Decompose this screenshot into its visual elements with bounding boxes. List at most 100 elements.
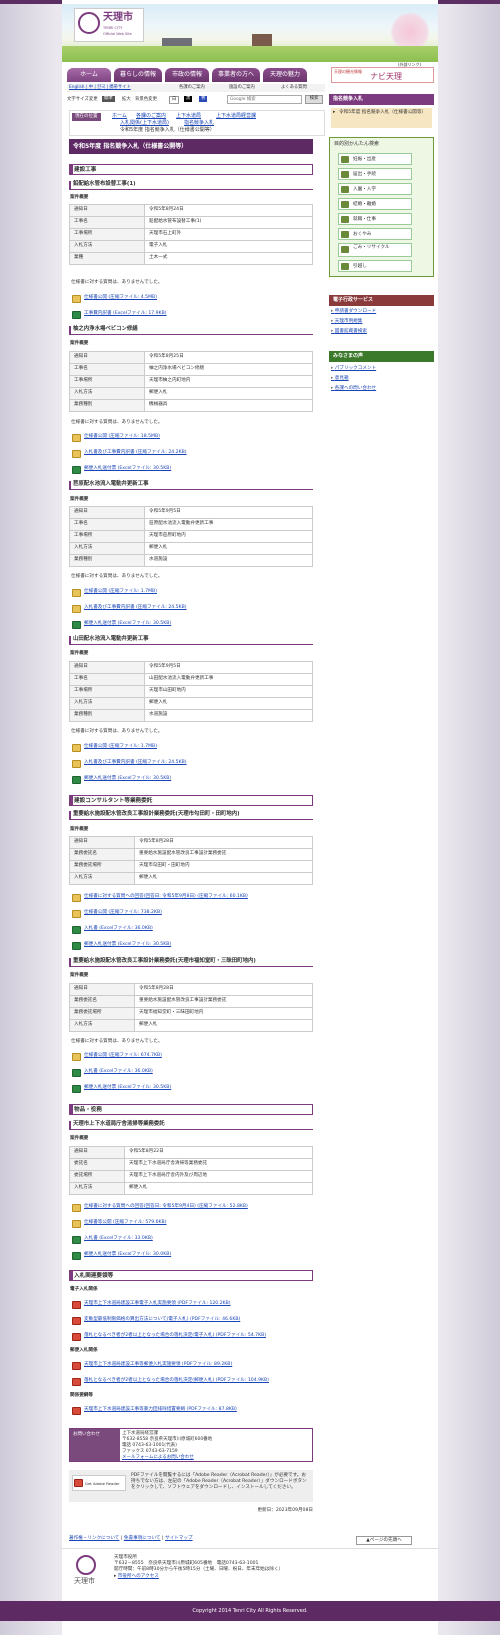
file-link[interactable]: 天理市上下水道局建設工事等郵便入札実施要領 (PDFファイル: 89.2KB) [72,1361,232,1370]
sidebar-link[interactable]: 各課への問い合わせ [331,386,376,396]
sitemap-link[interactable]: サイトマップ [165,1536,193,1541]
crumb-bidding[interactable]: 入札関係(上下水道局) [120,120,169,127]
quick-search-button[interactable]: 届出・手続 [338,168,412,180]
file-link[interactable]: 仕様書に対する質問への回答(回答日: 令和5年9月4日) (圧縮ファイル: 52… [72,1203,248,1212]
quick-search-button[interactable]: 結婚・離婚 [338,198,412,210]
zip-file-icon [72,1203,81,1212]
file-link[interactable]: 仕様書公開 (圧縮ファイル: 1.7MB) [72,588,157,597]
nav-business[interactable]: 事業者の方へ [212,68,261,82]
project-table: 通知日 令和5年8月22日 委託名 天理市上下水道局庁舎清掃等業務委託 委託場所 天理… [69,1146,313,1195]
file-link[interactable]: 郵便入札送付票 (Excelファイル: 30.5KB) [72,941,171,950]
sidebar-link[interactable]: パブリックコメント [331,366,376,376]
util-link-departments[interactable]: 各課のご案内 [179,85,205,91]
util-link-faq[interactable]: よくある質問 [281,85,307,91]
file-link[interactable]: 入札書 (Excelファイル: 36.0KB) [72,925,153,934]
font-standard-button[interactable]: 標準 [102,96,115,102]
footer-links: 著作権・リンクについて | 免責事項について | サイトマップ [69,1536,193,1541]
subheading: 電子入札関係 [70,1287,98,1292]
file-link[interactable]: 郵便入札送付票 (Excelファイル: 30.0KB) [72,1251,171,1260]
sidebar-current-item[interactable]: ▸ 令和5年度 指名競争入札（仕様書公開等） [331,108,432,128]
file-link[interactable]: 仕様書公開 (圧縮ファイル: 4.5MB) [72,294,157,303]
file-link[interactable]: 工事費内訳書 (Excelファイル: 17.9KB) [72,310,167,319]
sidebar-heading: 指名競争入札 [329,94,434,105]
zip-file-icon [72,1219,81,1228]
mail-form-link[interactable]: メールフォームによるお問い合わせ [122,1455,212,1461]
nav-living[interactable]: 暮らしの情報 [114,68,163,82]
bg-blue-button[interactable]: 青 [199,96,208,102]
search-input[interactable]: Google 検索 [227,95,302,104]
overview-label: 案件概要 [70,651,89,656]
file-link[interactable]: 仕様書に対する質問への回答(回答日: 令和5年9月8日) (圧縮ファイル: 60… [72,893,248,902]
adobe-reader-button[interactable]: Get Adobe Reader [72,1475,126,1491]
file-link[interactable]: 落札となるべき者が2者以上となった場合の落札決定(電子入札) (PDFファイル:… [72,1332,266,1341]
copyright-link[interactable]: 著作権・リンクについて [69,1536,119,1541]
quick-search-button[interactable]: おくやみ [338,228,412,240]
overview-label: 案件概要 [70,827,89,832]
util-link-facilities[interactable]: 施設のご案内 [229,85,255,91]
excel-file-icon [72,1084,81,1093]
file-link[interactable]: 入札書及び工事費内訳書 (圧縮ファイル: 24.5KB) [72,759,187,768]
excel-file-icon [72,620,81,629]
section-heading: 建設コンサルタント等業務委託 [69,795,313,806]
voices-list: パブリックコメント 意見箱 各課への問い合わせ [331,366,376,396]
quick-search-button[interactable]: 入園・入学 [338,183,412,195]
file-link[interactable]: 入札書及び工事費内訳書 (圧縮ファイル: 24.2KB) [72,449,187,458]
sidebar-link[interactable]: 図書館蔵書検索 [331,329,376,339]
file-link[interactable]: 仕様書公開 (圧縮ファイル: 18.5MB) [72,433,160,442]
overview-label: 案件概要 [70,195,89,200]
file-link[interactable]: 仕様書公開 (圧縮ファイル: 674.7KB) [72,1052,162,1061]
excel-file-icon [72,775,81,784]
back-to-top-button[interactable]: ▲ページの先頭へ [356,1536,412,1545]
subheading: 関係要綱等 [70,1393,93,1398]
file-link[interactable]: 入札書 (Excelファイル: 36.0KB) [72,1068,153,1077]
file-link[interactable]: 仕様書公開 (圧縮ファイル: 1.7MB) [72,743,157,752]
file-link[interactable]: 天理市上下水道局建設工事電子入札実施要領 (PDFファイル: 120.2KB) [72,1300,231,1309]
overview-label: 案件概要 [70,973,89,978]
zip-file-icon [72,743,81,752]
quick-search-button[interactable]: 就職・仕事 [338,213,412,225]
file-link[interactable]: 変動型最低制限価格の算出方法について(電子入札) (PDFファイル: 46.6K… [72,1316,240,1325]
access-link[interactable]: 市役所へのアクセス [118,1574,159,1579]
file-link[interactable]: 入札書 (Excelファイル: 33.0KB) [72,1235,153,1244]
site-logo[interactable]: 天理市 TENRI CITY Official Web Site [74,8,144,42]
file-link[interactable]: 郵便入札送付票 (Excelファイル: 30.5KB) [72,775,171,784]
overview-label: 案件概要 [70,341,89,346]
crumb-home[interactable]: ホーム [112,113,127,120]
font-large-button[interactable]: 拡大 [122,97,131,103]
flower-icon [341,231,349,238]
file-link[interactable]: 入札書及び工事費内訳書 (圧縮ファイル: 24.5KB) [72,604,187,613]
crumb-departments[interactable]: 各課のご案内 [136,113,166,120]
nav-charm[interactable]: 天理の魅力 [263,68,308,82]
file-link[interactable]: 郵便入札送付票 (Excelファイル: 30.5KB) [72,620,171,629]
breadcrumb: 現在の位置 ホーム 各課のご案内 上下水道局 上下水道局経営課 入札関係(上下水… [69,110,325,136]
file-link[interactable]: 郵便入札送付票 (Excelファイル: 30.5KB) [72,1084,171,1093]
project-heading: 天理市上下水道局庁舎清掃等業務委託 [69,1121,313,1130]
quick-search-button[interactable]: ごみ・リサイクル [338,243,412,257]
file-link[interactable]: 天理市上下水道局建設工事等暴力団排除措置要綱 (PDFファイル: 87.8KB) [72,1406,237,1415]
sidebar-link[interactable]: 天理市例規集 [331,319,376,329]
disclaimer-link[interactable]: 免責事項について [124,1536,161,1541]
crumb-nominated[interactable]: 指名競争入札 [184,120,214,127]
bg-white-button[interactable]: 白 [169,96,180,104]
language-links[interactable]: English | 中 | 한국 | 携帯サイト [69,85,131,91]
file-link[interactable]: 郵便入札送付票 (Excelファイル: 30.5KB) [72,465,171,474]
project-table: 通知日 令和5年8月24日 工事名 鉛配給水管布設替工事(1) 工事場所 天理市石上町… [69,204,313,265]
file-link[interactable]: 仕様書公開 (圧縮ファイル: 738.2KB) [72,909,162,918]
file-link[interactable]: 仕様書等公開 (圧縮ファイル: 579.6KB) [72,1219,167,1228]
sidebar-link[interactable]: 申請書ダウンロード [331,309,376,319]
zip-file-icon [72,588,81,597]
crumb-management[interactable]: 上下水道局経営課 [216,113,256,120]
excel-file-icon [72,925,81,934]
file-link[interactable]: 落札となるべき者が2者以上となった場合の落札決定(郵便入札) (PDFファイル:… [72,1377,269,1386]
footer-emblem: 天理市 [74,1555,98,1587]
navi-tenri-banner[interactable]: 天理の観光情報 (外部リンク) ナビ天理 [331,62,434,83]
search-button[interactable]: 検索 [305,95,323,104]
bg-black-button[interactable]: 黒 [184,96,193,102]
quick-search-button[interactable]: 妊娠・出産 [338,153,412,165]
quick-search-button[interactable]: 引越し [338,260,412,272]
nav-city[interactable]: 市政の情報 [165,68,210,82]
crumb-waterworks[interactable]: 上下水道局 [176,113,201,120]
nav-home[interactable]: ホーム [67,68,111,82]
sidebar-link[interactable]: 意見箱 [331,376,376,386]
search-panel-title: 目的別かんたん検索 [334,141,380,147]
